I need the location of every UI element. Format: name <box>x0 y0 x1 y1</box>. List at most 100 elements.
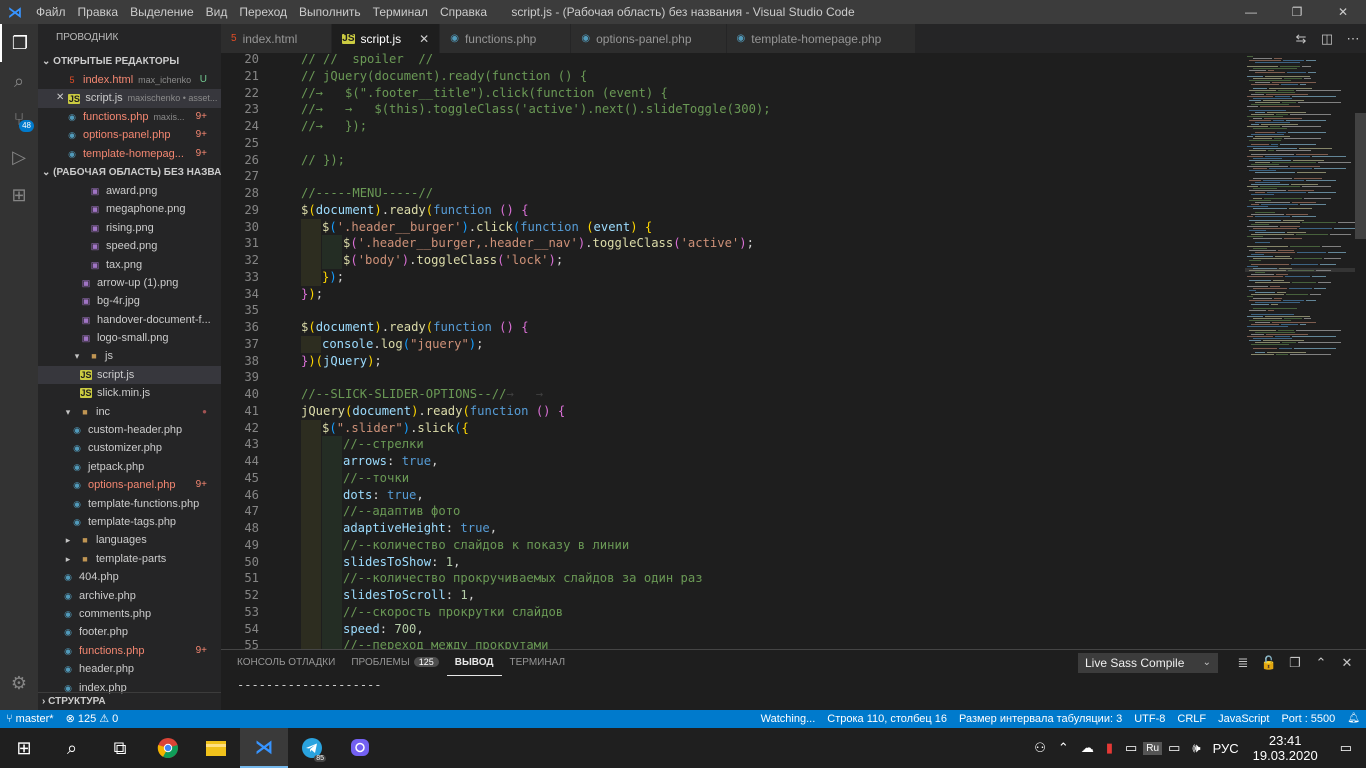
status-item[interactable]: UTF-8 <box>1128 710 1171 728</box>
compare-icon[interactable]: ⇆ <box>1288 31 1314 47</box>
open-editor-item[interactable]: 5 index.html max_ichenko U <box>38 71 221 89</box>
show-hidden-icons[interactable]: ⌃ <box>1052 740 1075 756</box>
tree-item[interactable]: ▣ handover-document-f... <box>38 311 221 329</box>
editor-scrollbar[interactable] <box>1355 53 1366 649</box>
tree-item[interactable]: JS script.js <box>38 365 221 385</box>
tree-item[interactable]: ▾ ■ js <box>38 347 221 365</box>
editor-tab[interactable]: ◉ options-panel.php <box>571 24 727 53</box>
windows-start-icon[interactable]: ⊞ <box>0 728 48 768</box>
file-explorer-icon[interactable] <box>192 728 240 768</box>
keyboard-layout-icon[interactable]: Ru <box>1143 741 1163 755</box>
clock[interactable]: 23:41 19.03.2020 <box>1245 733 1326 763</box>
chrome-icon[interactable] <box>144 728 192 768</box>
editor-tab[interactable]: 5 index.html <box>221 24 333 53</box>
menu-item[interactable]: Файл <box>30 0 72 24</box>
explorer-icon[interactable]: ❐ <box>0 24 38 62</box>
status-item[interactable]: JavaScript <box>1212 710 1275 728</box>
status-item[interactable]: Port : 5500 <box>1275 710 1341 728</box>
problems-status[interactable]: ⊗ 125 ⚠ 0 <box>60 710 125 728</box>
tree-item[interactable]: ▣ arrow-up (1).png <box>38 274 221 292</box>
panel-tab[interactable]: ТЕРМИНАЛ <box>502 650 574 676</box>
open-editor-item[interactable]: ✕ JS script.js maxischenko • asset... <box>38 89 221 108</box>
menu-item[interactable]: Переход <box>233 0 293 24</box>
menu-item[interactable]: Вид <box>200 0 234 24</box>
tree-item[interactable]: ◉ functions.php 9+ <box>38 642 221 660</box>
viber-icon[interactable] <box>336 728 384 768</box>
tree-item[interactable]: ▣ bg-4r.jpg <box>38 292 221 310</box>
menu-item[interactable]: Правка <box>72 0 125 24</box>
tree-item[interactable]: ▣ speed.png <box>38 237 221 255</box>
close-panel-icon[interactable]: ✕ <box>1334 653 1360 673</box>
settings-gear-icon[interactable]: ⚙ <box>0 664 38 702</box>
editor-tab[interactable]: JS script.js ✕ <box>332 24 441 53</box>
tree-item[interactable]: ▣ rising.png <box>38 219 221 237</box>
run-debug-icon[interactable]: ▷ <box>0 138 38 176</box>
tree-item[interactable]: ◉ template-functions.php <box>38 495 221 513</box>
tree-item[interactable]: ◉ options-panel.php 9+ <box>38 476 221 494</box>
panel-tab[interactable]: КОНСОЛЬ ОТЛАДКИ <box>229 650 343 676</box>
network-icon[interactable]: ▭ <box>1162 740 1186 756</box>
editor-tab[interactable]: ◉ template-homepage.php <box>726 24 917 53</box>
menu-item[interactable]: Выполнить <box>293 0 367 24</box>
maximize-button[interactable]: ❐ <box>1274 0 1320 24</box>
battery-icon[interactable]: ▭ <box>1119 740 1143 756</box>
tree-item[interactable]: ◉ comments.php <box>38 605 221 623</box>
tree-item[interactable]: ▣ logo-small.png <box>38 329 221 347</box>
status-item[interactable]: Watching... <box>755 710 822 728</box>
menu-item[interactable]: Справка <box>434 0 493 24</box>
tree-item[interactable]: ▣ tax.png <box>38 256 221 274</box>
tree-item[interactable]: ▸ ■ template-parts <box>38 550 221 568</box>
tree-item[interactable]: ◉ custom-header.php <box>38 421 221 439</box>
telegram-icon[interactable]: 85 <box>288 728 336 768</box>
tree-item[interactable]: ◉ 404.php <box>38 568 221 586</box>
search-icon[interactable]: ⌕ <box>48 728 96 768</box>
people-icon[interactable]: ⚇ <box>1028 740 1052 756</box>
branch-status[interactable]: ⑂ master* <box>0 710 60 728</box>
notifications-icon[interactable]: ▭ <box>1326 740 1366 756</box>
structure-header[interactable]: › СТРУКТУРА <box>38 692 221 710</box>
open-editors-header[interactable]: ⌄ ОТКРЫТЫЕ РЕДАКТОРЫ <box>38 52 221 71</box>
minimap-viewport[interactable] <box>1245 268 1355 272</box>
volume-icon[interactable]: 🕪 <box>1186 740 1206 756</box>
vscode-taskbar-icon[interactable]: ⋊ <box>240 728 288 768</box>
search-icon[interactable]: ⌕ <box>0 62 38 100</box>
tree-item[interactable]: ◉ footer.php <box>38 623 221 641</box>
clear-output-icon[interactable]: ≣ <box>1230 653 1256 673</box>
close-icon[interactable]: ✕ <box>56 89 64 107</box>
status-item[interactable]: Строка 110, столбец 16 <box>821 710 953 728</box>
tree-item[interactable]: ▣ award.png <box>38 182 221 200</box>
close-icon[interactable]: ✕ <box>419 32 429 46</box>
maximize-panel-icon[interactable]: ⌃ <box>1308 653 1334 673</box>
lock-scroll-icon[interactable]: 🔓 <box>1256 653 1282 673</box>
notification-bell-icon[interactable]: 🔔︎ <box>1341 710 1366 728</box>
tree-item[interactable]: ◉ customizer.php <box>38 439 221 457</box>
output-channel-select[interactable]: Live Sass Compile ⌄ <box>1078 653 1218 673</box>
minimap[interactable] <box>1245 53 1355 649</box>
open-log-icon[interactable]: ❐ <box>1282 653 1308 673</box>
tree-item[interactable]: ◉ jetpack.php <box>38 458 221 476</box>
open-editor-item[interactable]: ◉ options-panel.php 9+ <box>38 126 221 144</box>
menu-item[interactable]: Выделение <box>124 0 200 24</box>
split-editor-icon[interactable]: ◫ <box>1314 31 1340 47</box>
menu-item[interactable]: Терминал <box>367 0 434 24</box>
app-tray-icon[interactable]: ▮ <box>1100 740 1119 756</box>
close-button[interactable]: ✕ <box>1320 0 1366 24</box>
more-actions-icon[interactable]: ⋯ <box>1340 31 1366 47</box>
extensions-icon[interactable]: ⊞ <box>0 176 38 214</box>
tree-item[interactable]: JS slick.min.js <box>38 384 221 402</box>
open-editor-item[interactable]: ◉ functions.php maxis... 9+ <box>38 108 221 126</box>
panel-tab[interactable]: ПРОБЛЕМЫ 125 <box>343 650 446 676</box>
status-item[interactable]: CRLF <box>1171 710 1212 728</box>
minimize-button[interactable]: — <box>1228 0 1274 24</box>
tree-item[interactable]: ▾ ■ inc ● <box>38 403 221 421</box>
open-editor-item[interactable]: ◉ template-homepag... 9+ <box>38 145 221 163</box>
tree-item[interactable]: ◉ archive.php <box>38 587 221 605</box>
task-view-icon[interactable]: ⧉ <box>96 728 144 768</box>
tree-item[interactable]: ▸ ■ languages <box>38 531 221 549</box>
workspace-header[interactable]: ⌄ (РАБОЧАЯ ОБЛАСТЬ) БЕЗ НАЗВАН... <box>38 163 221 182</box>
tree-item[interactable]: ▣ megaphone.png <box>38 200 221 218</box>
language-indicator[interactable]: РУС <box>1207 741 1245 756</box>
tree-item[interactable]: ◉ template-tags.php <box>38 513 221 531</box>
editor-tab[interactable]: ◉ functions.php <box>440 24 572 53</box>
onedrive-icon[interactable]: ☁ <box>1075 740 1100 756</box>
